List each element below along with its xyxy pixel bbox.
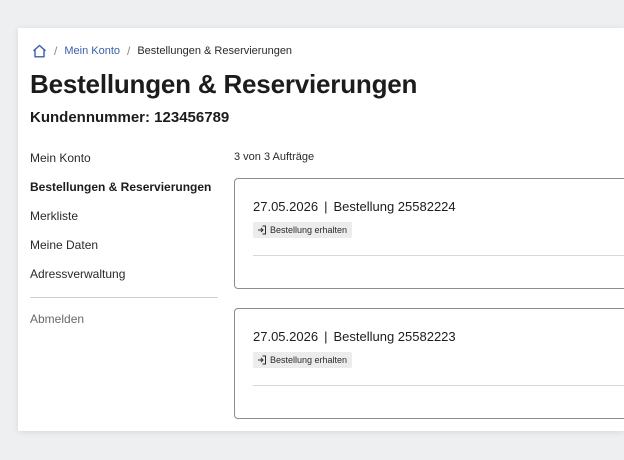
order-divider <box>253 255 624 256</box>
sidebar-item-merkliste[interactable]: Merkliste <box>30 206 218 235</box>
customer-number: Kundennummer: 123456789 <box>30 109 230 126</box>
order-title: Bestellung 25582223 <box>333 329 456 344</box>
home-icon[interactable] <box>31 43 47 59</box>
status-badge: Bestellung erhalten <box>253 352 353 368</box>
order-date: 27.05.2026 <box>253 199 319 214</box>
status-badge: Bestellung erhalten <box>253 222 353 238</box>
breadcrumb: / Mein Konto / Bestellungen & Reservieru… <box>31 42 292 60</box>
sidebar-item-adressverwaltung[interactable]: Adressverwaltung <box>30 264 218 293</box>
breadcrumb-current: Bestellungen & Reservierungen <box>137 45 293 57</box>
sidebar-item-bestellungen[interactable]: Bestellungen & Reservierungen <box>30 177 218 206</box>
page-title: Bestellungen & Reservierungen <box>30 69 418 99</box>
sign-in-icon <box>257 355 267 365</box>
breadcrumb-separator: / <box>54 44 58 58</box>
logout-link[interactable]: Abmelden <box>30 309 218 338</box>
sidebar-item-meine-daten[interactable]: Meine Daten <box>30 235 218 264</box>
order-separator: | <box>324 199 328 214</box>
sign-in-icon <box>257 225 267 235</box>
order-card[interactable]: 27.05.2026 | Bestellung 25582223 Bestellun… <box>234 308 624 419</box>
breadcrumb-separator: / <box>127 44 131 58</box>
status-label: Bestellung erhalten <box>270 225 348 235</box>
order-separator: | <box>324 329 328 344</box>
order-count: 3 von 3 Aufträge <box>234 151 315 163</box>
content-panel: / Mein Konto / Bestellungen & Reservieru… <box>18 28 624 431</box>
sidebar-divider <box>30 297 218 298</box>
order-header: 27.05.2026 | Bestellung 25582223 <box>253 329 456 344</box>
order-header: 27.05.2026 | Bestellung 25582224 <box>253 199 456 214</box>
order-divider <box>253 385 624 386</box>
sidebar-item-mein-konto[interactable]: Mein Konto <box>30 148 218 177</box>
sidebar-nav: Mein Konto Bestellungen & Reservierungen… <box>30 148 218 338</box>
order-card[interactable]: 27.05.2026 | Bestellung 25582224 Bestellun… <box>234 178 624 289</box>
status-label: Bestellung erhalten <box>270 355 348 365</box>
breadcrumb-link-mein-konto[interactable]: Mein Konto <box>64 45 120 57</box>
order-title: Bestellung 25582224 <box>333 199 456 214</box>
order-date: 27.05.2026 <box>253 329 319 344</box>
